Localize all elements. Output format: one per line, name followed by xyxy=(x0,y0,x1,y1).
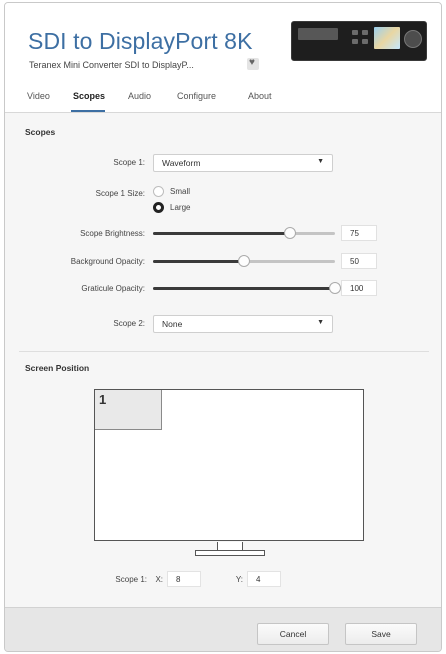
tab-about[interactable]: About xyxy=(248,91,272,101)
x-label: X: xyxy=(155,575,163,584)
tab-audio[interactable]: Audio xyxy=(128,91,151,101)
radio-button[interactable] xyxy=(153,186,164,197)
bg-opacity-value[interactable]: 50 xyxy=(341,253,377,269)
device-label-panel xyxy=(298,28,338,40)
brightness-value[interactable]: 75 xyxy=(341,225,377,241)
slider-fill xyxy=(153,232,290,235)
slider-fill xyxy=(153,260,244,263)
device-lcd xyxy=(374,27,400,49)
scope2-select[interactable]: None ▼ xyxy=(153,315,333,333)
brightness-label: Scope Brightness: xyxy=(80,229,145,238)
heart-icon[interactable] xyxy=(247,57,259,70)
cancel-button[interactable]: Cancel xyxy=(257,623,329,645)
tab-configure[interactable]: Configure xyxy=(177,91,216,101)
graticule-slider[interactable] xyxy=(153,282,341,294)
slider-fill xyxy=(153,287,335,290)
slider-thumb[interactable] xyxy=(329,282,341,294)
save-button[interactable]: Save xyxy=(345,623,417,645)
monitor-base xyxy=(195,550,265,556)
chevron-down-icon: ▼ xyxy=(317,319,324,326)
scope1-value: Waveform xyxy=(162,158,201,168)
monitor-preview: 1 xyxy=(94,389,364,541)
device-name: Teranex Mini Converter SDI to DisplayP..… xyxy=(29,60,194,70)
scope2-value: None xyxy=(162,319,183,329)
tab-bar: Video Scopes Audio Configure About xyxy=(5,87,441,113)
radio-small-label: Small xyxy=(170,187,191,196)
y-label: Y: xyxy=(235,575,243,584)
settings-window: SDI to DisplayPort 8K Teranex Mini Conve… xyxy=(4,2,442,652)
device-button xyxy=(362,30,368,35)
scope-number: 1 xyxy=(99,392,107,407)
device-knob xyxy=(404,30,422,48)
scope2-label: Scope 2: xyxy=(113,319,145,328)
page-title: SDI to DisplayPort 8K xyxy=(28,28,253,54)
tab-scopes[interactable]: Scopes xyxy=(73,91,105,101)
section-divider xyxy=(19,351,429,352)
y-position-input[interactable]: 4 xyxy=(247,571,281,587)
scope1-select[interactable]: Waveform ▼ xyxy=(153,154,333,172)
chevron-down-icon: ▼ xyxy=(317,158,324,165)
monitor-neck xyxy=(217,542,243,550)
scope-position-box[interactable]: 1 xyxy=(95,390,162,430)
x-position-input[interactable]: 8 xyxy=(167,571,201,587)
scope1-label: Scope 1: xyxy=(113,158,145,167)
graticule-value[interactable]: 100 xyxy=(341,280,377,296)
slider-thumb[interactable] xyxy=(284,227,296,239)
device-button xyxy=(362,39,368,44)
scopes-heading: Scopes xyxy=(25,127,56,137)
active-tab-indicator xyxy=(71,110,105,112)
position-scope-label: Scope 1: xyxy=(115,575,147,584)
device-button xyxy=(352,30,358,35)
brightness-slider[interactable] xyxy=(153,227,335,239)
slider-thumb[interactable] xyxy=(238,255,250,267)
screen-position-heading: Screen Position xyxy=(25,363,90,373)
footer-bar: Cancel Save xyxy=(5,607,441,651)
device-image xyxy=(291,21,427,61)
radio-button-selected[interactable] xyxy=(153,202,164,213)
header: SDI to DisplayPort 8K Teranex Mini Conve… xyxy=(5,3,441,113)
scope1-size-label: Scope 1 Size: xyxy=(95,189,145,198)
device-button xyxy=(352,39,358,44)
bg-opacity-label: Background Opacity: xyxy=(70,257,145,266)
tab-video[interactable]: Video xyxy=(27,91,50,101)
bg-opacity-slider[interactable] xyxy=(153,255,335,267)
graticule-label: Graticule Opacity: xyxy=(81,284,145,293)
radio-large-label: Large xyxy=(170,203,191,212)
